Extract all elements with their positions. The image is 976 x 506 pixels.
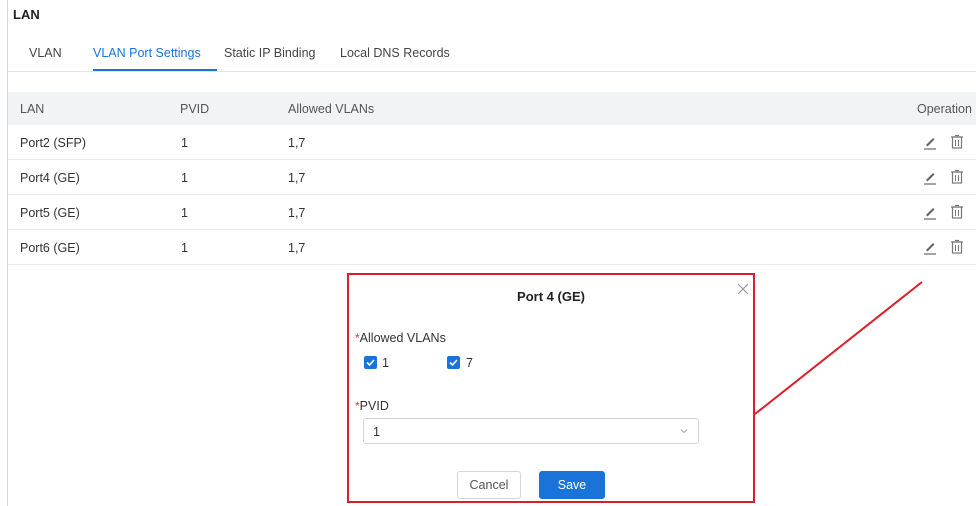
cell-allowed-vlans: 1,7	[288, 136, 306, 150]
tabs-divider	[8, 71, 976, 72]
vlan-7-checkbox[interactable]	[447, 356, 460, 369]
cell-pvid: 1	[181, 136, 188, 150]
table-row: Port5 (GE) 1 1,7	[8, 195, 976, 230]
cell-pvid: 1	[181, 206, 188, 220]
cell-lan: Port2 (SFP)	[20, 136, 86, 150]
edit-icon[interactable]	[921, 168, 939, 186]
cell-lan: Port5 (GE)	[20, 206, 80, 220]
table-row: Port4 (GE) 1 1,7	[8, 160, 976, 195]
tab-static-ip-binding[interactable]: Static IP Binding	[224, 46, 316, 60]
page-title: LAN	[13, 7, 40, 22]
tab-vlan-port-settings[interactable]: VLAN Port Settings	[93, 46, 201, 60]
cell-pvid: 1	[181, 241, 188, 255]
cell-lan: Port4 (GE)	[20, 171, 80, 185]
edit-port-dialog: Port 4 (GE) *Allowed VLANs 1 7 *PVID 1 C…	[347, 273, 755, 503]
delete-icon[interactable]	[948, 238, 966, 256]
dialog-title: Port 4 (GE)	[517, 289, 585, 304]
allowed-vlans-label: *Allowed VLANs	[355, 331, 446, 345]
cell-allowed-vlans: 1,7	[288, 171, 306, 185]
edit-icon[interactable]	[921, 133, 939, 151]
pvid-label: *PVID	[355, 399, 389, 413]
column-header-pvid: PVID	[180, 102, 210, 116]
cancel-button[interactable]: Cancel	[457, 471, 521, 499]
delete-icon[interactable]	[948, 133, 966, 151]
edit-icon[interactable]	[921, 238, 939, 256]
vlan-1-checkbox[interactable]	[364, 356, 377, 369]
column-header-allowed-vlans: Allowed VLANs	[288, 102, 375, 116]
edit-icon[interactable]	[921, 203, 939, 221]
tab-vlan[interactable]: VLAN	[29, 46, 62, 60]
pvid-select[interactable]: 1	[363, 418, 699, 444]
cell-allowed-vlans: 1,7	[288, 206, 306, 220]
save-button[interactable]: Save	[539, 471, 605, 499]
column-header-lan: LAN	[20, 102, 45, 116]
close-icon[interactable]	[737, 283, 749, 295]
table-row: Port6 (GE) 1 1,7	[8, 230, 976, 265]
cell-allowed-vlans: 1,7	[288, 241, 306, 255]
column-header-operation: Operation	[917, 102, 972, 116]
tab-local-dns-records[interactable]: Local DNS Records	[340, 46, 450, 60]
table-header: LAN PVID Allowed VLANs Operation	[8, 92, 976, 125]
vlan-7-label: 7	[466, 356, 473, 370]
pvid-selected-value: 1	[373, 425, 380, 439]
chevron-down-icon	[680, 429, 688, 434]
table-row: Port2 (SFP) 1 1,7	[8, 125, 976, 160]
delete-icon[interactable]	[948, 203, 966, 221]
cell-pvid: 1	[181, 171, 188, 185]
delete-icon[interactable]	[948, 168, 966, 186]
vlan-1-label: 1	[382, 356, 389, 370]
cell-lan: Port6 (GE)	[20, 241, 80, 255]
